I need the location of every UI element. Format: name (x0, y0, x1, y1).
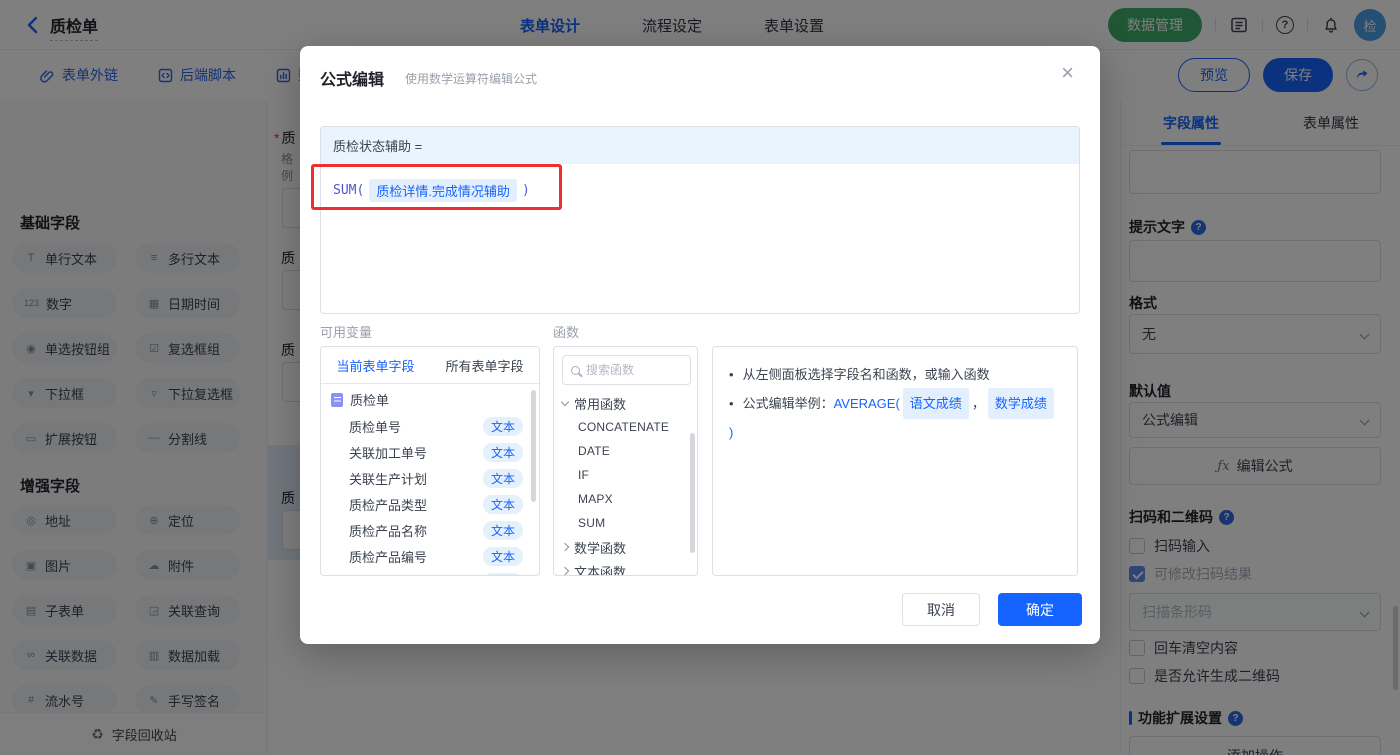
formula-input-area[interactable]: SUM( 质检详情.完成情况辅助 ) (321, 164, 1079, 217)
type-tag: 文本 (482, 494, 523, 514)
variable-field-row[interactable]: 关联生产计划 文本 (321, 465, 539, 491)
functions-panel: 常用函数 CONCATENATE DATE IF MAPX SUM 数学函数 文… (553, 346, 698, 576)
tab-all-form-fields[interactable]: 所有表单字段 (430, 347, 539, 383)
example-function-open: AVERAGE( (833, 396, 900, 411)
variables-tabs: 当前表单字段 所有表单字段 (321, 347, 539, 384)
function-item-sum[interactable]: SUM (554, 511, 697, 535)
functions-label: 函数 (553, 325, 580, 340)
variables-label: 可用变量 (320, 325, 373, 340)
functions-scrollbar[interactable] (690, 433, 695, 553)
function-search-input[interactable] (586, 363, 672, 377)
type-tag: 文本 (482, 520, 523, 540)
function-item-mapx[interactable]: MAPX (554, 487, 697, 511)
functions-tree: 常用函数 CONCATENATE DATE IF MAPX SUM 数学函数 文… (554, 391, 697, 575)
variable-field-row[interactable]: 质检单号 文本 (321, 413, 539, 439)
example-chip-chinese: 语文成绩 (902, 388, 969, 419)
example-function-close: ) (729, 425, 734, 440)
function-item-concatenate[interactable]: CONCATENATE (554, 415, 697, 439)
variable-field-row[interactable]: 质检产品名称 文本 (321, 517, 539, 543)
variables-panel: 当前表单字段 所有表单字段 质检单 质检单号 文本 关联加工单号 文本 关联生产计划… (320, 346, 540, 576)
variable-field-row[interactable]: 质检产品编号 文本 (321, 543, 539, 569)
variables-list: 质检单 质检单号 文本 关联加工单号 文本 关联生产计划 文本 质检产品类型 文本 质检… (321, 384, 539, 575)
tips-panel: • 从左侧面板选择字段名和函数，或输入函数 • 公式编辑举例： AVERAGE(… (712, 346, 1078, 576)
function-group-common[interactable]: 常用函数 (554, 391, 697, 415)
tip-line-1: • 从左侧面板选择字段名和函数，或输入函数 (729, 361, 1061, 388)
function-item-date[interactable]: DATE (554, 439, 697, 463)
modal-title: 公式编辑 (320, 72, 385, 89)
search-icon (571, 365, 580, 375)
function-group-text[interactable]: 文本函数 (554, 559, 697, 575)
formula-function-close: ) (521, 183, 530, 198)
variable-field-row[interactable]: 文本 (321, 569, 539, 575)
formula-editor-modal: 公式编辑 使用数学运算符编辑公式 × 质检状态辅助 = SUM( 质检详情.完成… (300, 46, 1100, 644)
formula-target: 质检状态辅助 = (321, 127, 1079, 164)
formula-editor-box: 质检状态辅助 = SUM( 质检详情.完成情况辅助 ) (320, 126, 1080, 314)
type-tag: 文本 (482, 572, 523, 575)
form-doc-icon (331, 392, 343, 407)
close-icon[interactable]: × (1061, 62, 1074, 84)
cancel-button[interactable]: 取消 (902, 593, 980, 626)
formula-field-chip[interactable]: 质检详情.完成情况辅助 (369, 179, 517, 202)
type-tag: 文本 (482, 546, 523, 566)
variable-field-row[interactable]: 关联加工单号 文本 (321, 439, 539, 465)
chevron-down-icon (560, 397, 570, 406)
chevron-right-icon (560, 542, 570, 552)
type-tag: 文本 (482, 416, 523, 436)
variables-root-form[interactable]: 质检单 (321, 384, 539, 413)
variables-scrollbar[interactable] (531, 390, 536, 502)
confirm-button[interactable]: 确定 (998, 593, 1082, 626)
chevron-right-icon (560, 566, 570, 575)
bullet: • (729, 367, 734, 382)
function-group-math[interactable]: 数学函数 (554, 535, 697, 559)
function-item-if[interactable]: IF (554, 463, 697, 487)
tab-current-form-fields[interactable]: 当前表单字段 (321, 347, 430, 383)
variable-field-row[interactable]: 质检产品类型 文本 (321, 491, 539, 517)
type-tag: 文本 (482, 468, 523, 488)
bullet: • (729, 396, 734, 411)
formula-function-open: SUM( (333, 183, 365, 198)
example-chip-math: 数学成绩 (987, 388, 1054, 419)
type-tag: 文本 (482, 442, 523, 462)
modal-subtitle: 使用数学运算符编辑公式 (405, 72, 538, 86)
function-search (562, 355, 691, 385)
tip-line-2: • 公式编辑举例： AVERAGE( 语文成绩 ， 数学成绩 ) (729, 388, 1061, 446)
